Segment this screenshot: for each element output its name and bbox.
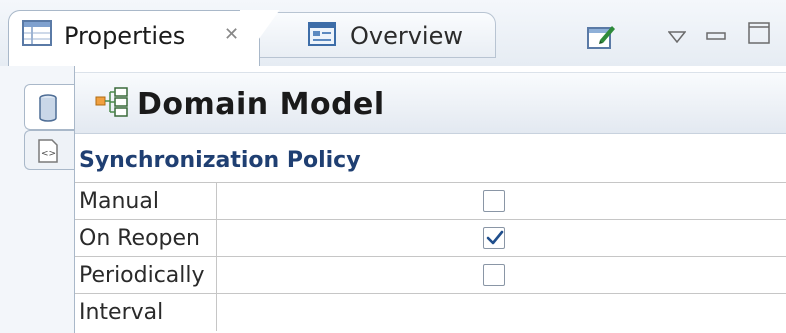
table-row: Periodically <box>75 256 786 294</box>
periodically-checkbox[interactable] <box>483 264 505 286</box>
tab-properties-label: Properties <box>64 22 186 50</box>
view-menu-triangle-icon[interactable] <box>667 28 687 47</box>
database-cylinder-icon <box>38 94 58 126</box>
overview-form-icon <box>308 22 336 50</box>
view-tab-strip: Properties ✕ Overview <box>0 0 786 67</box>
interval-field[interactable] <box>225 300 775 326</box>
row-label-interval: Interval <box>79 300 164 325</box>
row-label-on-reopen: On Reopen <box>79 226 200 251</box>
properties-table-icon <box>22 20 52 50</box>
properties-content: Domain Model Synchronization Policy Manu… <box>75 66 786 333</box>
section-title: Synchronization Policy <box>79 148 361 173</box>
row-label-periodically: Periodically <box>79 263 205 288</box>
tab-overview-label: Overview <box>350 22 463 50</box>
close-x-icon[interactable]: ✕ <box>224 24 239 45</box>
model-header: Domain Model <box>75 72 786 134</box>
pin-editor-icon[interactable] <box>586 22 618 54</box>
side-tab-xml[interactable]: <> <box>24 130 74 170</box>
domain-model-tree-icon <box>95 87 129 121</box>
properties-view: Properties ✕ Overview <> Domain Model Sy… <box>0 0 786 333</box>
svg-text:<>: <> <box>41 149 56 159</box>
minimize-icon[interactable] <box>706 26 726 45</box>
manual-checkbox[interactable] <box>483 190 505 212</box>
xml-file-icon: <> <box>38 139 58 167</box>
side-tab-database[interactable] <box>24 84 74 130</box>
table-row: Manual <box>75 182 786 220</box>
row-label-manual: Manual <box>79 189 159 214</box>
checkmark-icon <box>486 230 504 245</box>
table-row: Interval <box>75 293 786 331</box>
maximize-icon[interactable] <box>748 22 770 48</box>
table-row: On Reopen <box>75 219 786 257</box>
model-title: Domain Model <box>137 87 385 122</box>
on-reopen-checkbox[interactable] <box>483 227 505 249</box>
